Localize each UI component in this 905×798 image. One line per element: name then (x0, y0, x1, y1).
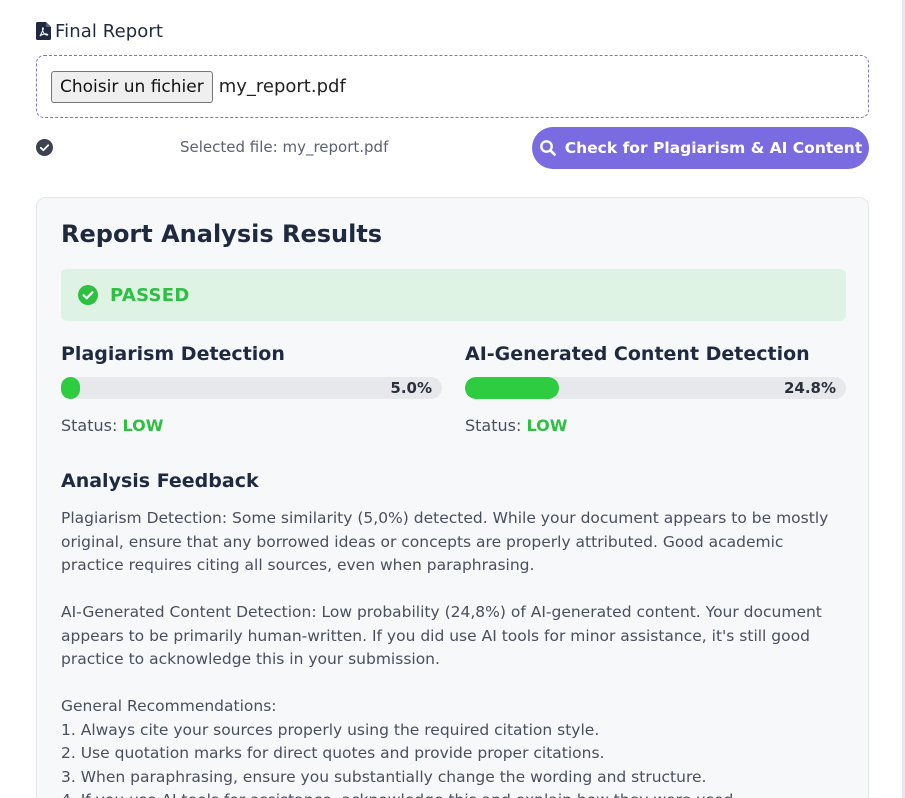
file-pdf-icon (36, 22, 51, 40)
search-icon (539, 140, 556, 156)
ai-content-percentage: 24.8% (783, 379, 836, 397)
final-report-label: Final Report (36, 19, 163, 43)
recommendation-item: 3. When paraphrasing, ensure you substan… (61, 767, 707, 786)
check-circle-icon (36, 139, 53, 156)
recommendation-item: 2. Use quotation marks for direct quotes… (61, 744, 605, 762)
check-circle-icon (78, 285, 98, 305)
analysis-results-panel: Report Analysis Results PASSED Plagiaris… (36, 197, 869, 798)
feedback-plagiarism-paragraph: Plagiarism Detection: Some similarity (5… (61, 509, 829, 574)
ai-content-progress-fill (465, 377, 560, 399)
final-report-label-text: Final Report (55, 20, 164, 42)
choose-file-button[interactable]: Choisir un fichier (51, 70, 213, 103)
file-upload-dropzone[interactable]: Choisir un fichier my_report.pdf (36, 55, 869, 118)
plagiarism-title: Plagiarism Detection (61, 343, 285, 365)
recommendation-item: 1. Always cite your sources properly usi… (61, 720, 600, 739)
plagiarism-status: Status: LOW (61, 416, 442, 435)
feedback-ai-paragraph: AI-Generated Content Detection: Low prob… (61, 603, 822, 668)
ai-content-status-label: Status: (465, 416, 522, 435)
recommendations-heading: General Recommendations: (61, 697, 277, 715)
plagiarism-status-value: LOW (122, 416, 164, 435)
plagiarism-metric: Plagiarism Detection 5.0% Status: LOW (61, 343, 442, 435)
plagiarism-progress-bar: 5.0% (61, 377, 442, 399)
verdict-banner: PASSED (61, 269, 846, 321)
selected-file-text: Selected file: my_report.pdf (180, 138, 389, 156)
plagiarism-percentage: 5.0% (390, 379, 432, 397)
results-title: Report Analysis Results (61, 220, 383, 248)
plagiarism-status-label: Status: (61, 416, 118, 435)
check-plagiarism-button[interactable]: Check for Plagiarism & AI Content (532, 127, 869, 169)
check-plagiarism-button-label: Check for Plagiarism & AI Content (564, 139, 863, 157)
ai-content-status: Status: LOW (465, 416, 846, 435)
recommendation-item: 4. If you use AI tools for assistance, a… (61, 789, 841, 798)
verdict-text: PASSED (110, 284, 190, 306)
ai-content-metric: AI-Generated Content Detection 24.8% Sta… (465, 343, 846, 435)
feedback-body: Plagiarism Detection: Some similarity (5… (61, 507, 841, 798)
ai-content-title: AI-Generated Content Detection (465, 343, 810, 365)
ai-content-progress-bar: 24.8% (465, 377, 846, 399)
plagiarism-progress-fill (61, 377, 81, 399)
chosen-file-name: my_report.pdf (218, 76, 346, 97)
ai-content-status-value: LOW (526, 416, 568, 435)
feedback-title: Analysis Feedback (61, 470, 259, 492)
